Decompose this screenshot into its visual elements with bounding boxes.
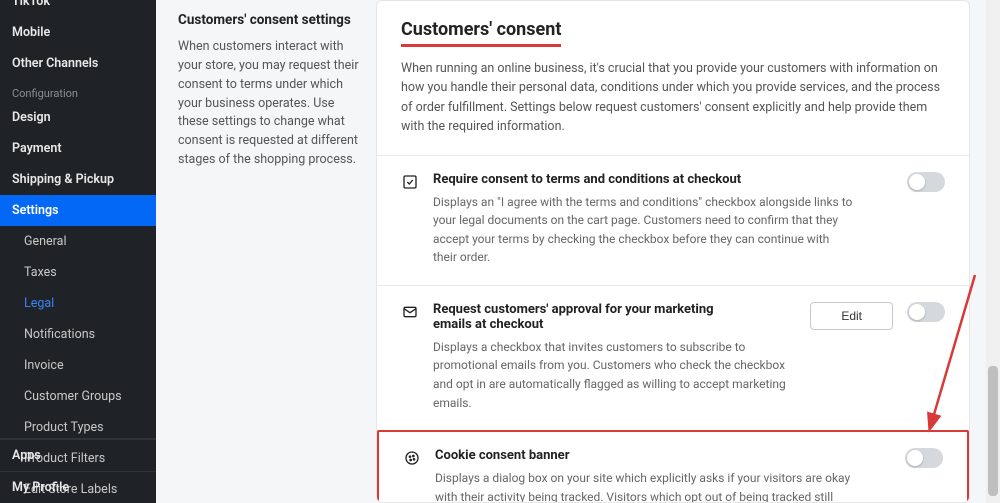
sidebar-item-apps[interactable]: Apps [0, 439, 156, 471]
sidebar-item-tiktok[interactable]: TikTok [0, 0, 156, 17]
sidebar-sub-invoice[interactable]: Invoice [0, 350, 156, 381]
sidebar-item-other-channels[interactable]: Other Channels [0, 48, 156, 79]
sidebar-item-my-profile[interactable]: My Profile [0, 471, 156, 503]
edit-button[interactable]: Edit [810, 302, 893, 330]
page-intro: When running an online business, it's cr… [401, 59, 945, 137]
cookie-icon [403, 448, 421, 466]
scrollbar[interactable] [986, 0, 1000, 503]
sidebar-sub-taxes[interactable]: Taxes [0, 257, 156, 288]
sidebar-item-shipping-pickup[interactable]: Shipping & Pickup [0, 164, 156, 195]
toggle-marketing[interactable] [907, 302, 945, 322]
row-title: Require consent to terms and conditions … [433, 172, 753, 187]
consent-row-marketing: Request customers' approval for your mar… [377, 286, 969, 431]
page-title: Customers' consent [401, 19, 561, 47]
row-desc: Displays an "I agree with the terms and … [433, 193, 853, 267]
sidebar-item-mobile[interactable]: Mobile [0, 17, 156, 48]
row-title: Cookie consent banner [435, 448, 755, 463]
checkbox-checked-icon [401, 172, 419, 190]
sidebar-sub-customer-groups[interactable]: Customer Groups [0, 381, 156, 412]
toggle-terms[interactable] [907, 172, 945, 192]
toggle-cookie[interactable] [905, 448, 943, 468]
sidebar-item-settings[interactable]: Settings [0, 195, 156, 226]
left-column: Customers' consent settings When custome… [178, 10, 360, 170]
sidebar-section-label-configuration: Configuration [0, 79, 156, 102]
sidebar-item-payment[interactable]: Payment [0, 133, 156, 164]
envelope-icon [401, 302, 419, 320]
sidebar-sub-general[interactable]: General [0, 226, 156, 257]
sidebar-item-design[interactable]: Design [0, 102, 156, 133]
left-col-title: Customers' consent settings [178, 10, 360, 30]
row-desc: Displays a checkbox that invites custome… [433, 338, 788, 412]
consent-row-cookie: Cookie consent banner Displays a dialog … [377, 430, 969, 503]
row-title: Request customers' approval for your mar… [433, 302, 753, 332]
sidebar-sub-legal[interactable]: Legal [0, 288, 156, 319]
main-panel: Customers' consent When running an onlin… [376, 0, 970, 503]
sidebar-sub-notifications[interactable]: Notifications [0, 319, 156, 350]
consent-row-terms: Require consent to terms and conditions … [377, 156, 969, 286]
left-col-body: When customers interact with your store,… [178, 38, 360, 169]
sidebar: TikTok Mobile Other Channels Configurati… [0, 0, 156, 503]
row-desc: Displays a dialog box on your site which… [435, 469, 855, 503]
scrollbar-thumb[interactable] [988, 366, 998, 496]
